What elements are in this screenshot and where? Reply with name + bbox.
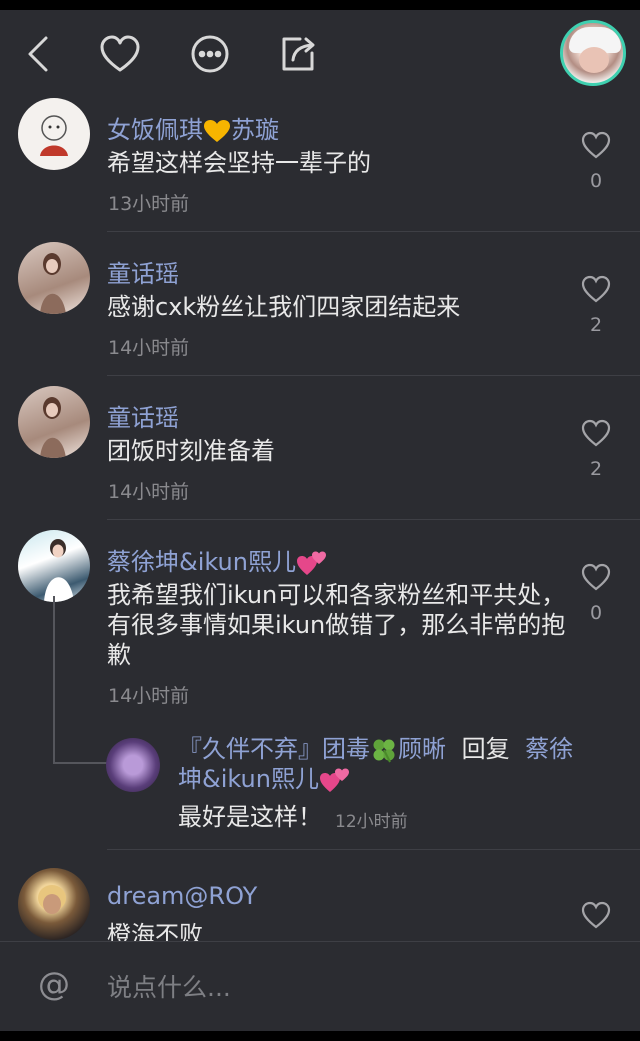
my-avatar[interactable]	[560, 20, 626, 86]
comment-input-bar: @ 说点什么...	[0, 941, 640, 1031]
comment-text: 我希望我们ikun可以和各家粉丝和平共处，有很多事情如果ikun做错了，那么非常…	[107, 581, 566, 669]
reply-author[interactable]: 『久伴不弃』团毒 顾晰	[178, 735, 446, 763]
top-toolbar	[0, 10, 640, 98]
avatar[interactable]	[18, 868, 90, 940]
reply-text: 最好是这样！	[178, 803, 322, 831]
two-hearts-icon	[296, 551, 326, 575]
heart-icon	[581, 275, 611, 303]
comment-time: 14小时前	[108, 481, 190, 503]
comment-author[interactable]: dream@ROY	[107, 882, 257, 910]
avatar[interactable]	[18, 242, 90, 314]
comment-text: 感谢cxk粉丝让我们四家团结起来	[107, 293, 461, 321]
comment-time: 13小时前	[108, 193, 190, 215]
comment-author[interactable]: 童话瑶	[107, 398, 179, 433]
heart-icon	[581, 131, 611, 159]
heart-icon	[581, 563, 611, 591]
like-count: 2	[589, 314, 603, 336]
comment-author[interactable]: 童话瑶	[107, 254, 179, 289]
like-count: 0	[589, 602, 603, 624]
divider	[107, 231, 640, 232]
more-button[interactable]	[186, 30, 234, 78]
comment-author[interactable]: 女饭佩琪 苏璇	[107, 110, 279, 145]
reply-header: 『久伴不弃』团毒 顾晰 回复 蔡徐 坤&ikun熙儿	[178, 734, 598, 794]
avatar[interactable]	[18, 98, 90, 170]
more-dots-icon	[191, 35, 229, 73]
comment-text: 希望这样会坚持一辈子的	[107, 149, 371, 177]
comment-like-button[interactable]: 0	[576, 130, 616, 192]
comment-author[interactable]: 蔡徐坤&ikun熙儿	[107, 542, 328, 577]
like-count: 0	[589, 170, 603, 192]
comment-time: 14小时前	[108, 685, 190, 707]
comment-text: 团饭时刻准备着	[107, 437, 275, 465]
divider	[107, 375, 640, 376]
reply-word: 回复	[461, 735, 510, 763]
heart-icon	[581, 419, 611, 447]
avatar[interactable]	[18, 386, 90, 458]
back-button[interactable]	[14, 30, 62, 78]
avatar[interactable]	[18, 530, 90, 602]
heart-icon	[100, 35, 140, 72]
share-button[interactable]	[274, 30, 322, 78]
divider	[107, 849, 640, 850]
thread-connector	[53, 762, 109, 764]
comment-input[interactable]: 说点什么...	[107, 968, 231, 1004]
yellow-heart-icon	[204, 120, 230, 142]
comments-screen: 女饭佩琪 苏璇 希望这样会坚持一辈子的 13小时前 0 童话瑶 感谢cxk粉丝让我…	[0, 10, 640, 1031]
like-count: 2	[589, 458, 603, 480]
avatar[interactable]	[106, 738, 160, 792]
comment-like-button[interactable]: 2	[576, 418, 616, 480]
reply-time: 12小时前	[335, 812, 408, 832]
chevron-left-icon	[28, 36, 48, 72]
comment-like-button[interactable]: 2	[576, 274, 616, 336]
comment-like-button[interactable]: 0	[576, 562, 616, 624]
divider	[107, 519, 640, 520]
share-icon	[282, 37, 315, 71]
at-mention-icon[interactable]: @	[34, 964, 74, 1004]
comment-time: 14小时前	[108, 337, 190, 359]
four-leaf-clover-icon	[373, 739, 395, 763]
like-post-button[interactable]	[96, 30, 144, 78]
two-hearts-icon	[319, 768, 349, 792]
thread-connector	[53, 596, 55, 764]
heart-icon	[581, 901, 611, 929]
